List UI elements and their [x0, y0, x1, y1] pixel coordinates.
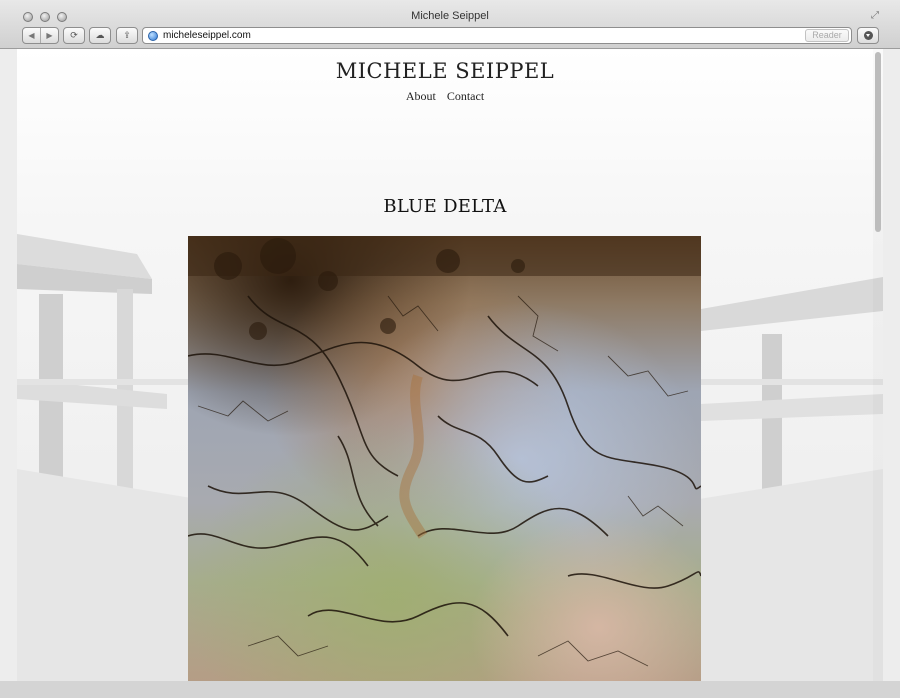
download-icon — [863, 31, 873, 40]
reader-button[interactable]: Reader — [805, 29, 849, 42]
page-viewport: MICHELE SEIPPEL About Contact BLUE DELTA — [17, 49, 883, 681]
browser-toolbar: ◀ ▶ ⟳ ☁ ⇪ micheleseippel.com Reader — [0, 27, 900, 45]
share-button[interactable]: ⇪ — [116, 27, 138, 44]
sync-icon: ⟳ — [70, 30, 78, 40]
globe-icon — [148, 31, 158, 41]
nav-about-link[interactable]: About — [406, 89, 436, 103]
sync-button[interactable]: ⟳ — [63, 27, 85, 44]
downloads-button[interactable] — [857, 27, 879, 44]
forward-icon[interactable]: ▶ — [41, 28, 58, 43]
cloud-icon: ☁ — [95, 30, 105, 40]
back-forward-group: ◀ ▶ — [22, 27, 59, 44]
window-bottom-edge — [0, 681, 900, 698]
site-nav: About Contact — [17, 89, 873, 104]
fullscreen-icon[interactable]: ⤢ — [869, 10, 881, 22]
share-icon: ⇪ — [123, 30, 131, 40]
vertical-scrollbar[interactable] — [873, 49, 883, 681]
window-title: Michele Seippel — [411, 10, 489, 22]
browser-window: Michele Seippel ⤢ ◀ ▶ ⟳ ☁ ⇪ micheleseipp… — [0, 0, 900, 698]
icloud-tabs-button[interactable]: ☁ — [89, 27, 111, 44]
nav-contact-link[interactable]: Contact — [447, 89, 484, 103]
back-icon[interactable]: ◀ — [23, 28, 41, 43]
url-text[interactable]: micheleseippel.com — [163, 30, 251, 41]
scrollbar-thumb[interactable] — [875, 52, 881, 232]
title-bar: Michele Seippel ⤢ ◀ ▶ ⟳ ☁ ⇪ micheleseipp… — [0, 0, 900, 49]
artwork-image[interactable] — [188, 236, 701, 681]
address-bar[interactable]: micheleseippel.com Reader — [142, 27, 852, 44]
artwork-title: BLUE DELTA — [383, 196, 507, 217]
site-title[interactable]: MICHELE SEIPPEL — [17, 59, 873, 83]
